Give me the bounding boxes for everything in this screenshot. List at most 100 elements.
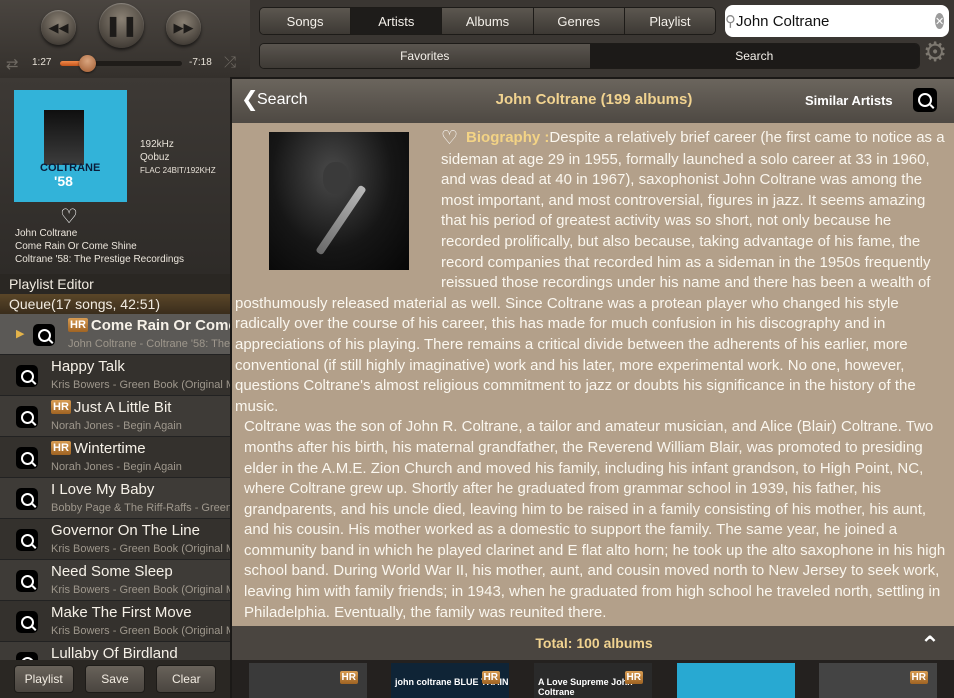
- chevron-up-icon[interactable]: ⌃: [920, 631, 940, 660]
- album-art[interactable]: COLTRANE '58: [14, 90, 127, 202]
- playlist-editor-header: Playlist Editor: [0, 274, 230, 294]
- queue-item-title: Need Some Sleep: [51, 563, 173, 580]
- next-track-button[interactable]: ▶▶: [166, 10, 201, 45]
- tab-artists[interactable]: Artists: [351, 8, 443, 34]
- subtab-search[interactable]: Search: [589, 44, 919, 68]
- tab-playlist[interactable]: Playlist: [624, 8, 715, 34]
- album-thumbnail[interactable]: HR: [819, 663, 937, 698]
- queue-row[interactable]: Governor On The Line Kris Bowers - Green…: [0, 519, 230, 560]
- magnifier-icon[interactable]: [16, 488, 38, 510]
- queue-row[interactable]: HR Wintertime Norah Jones - Begin Again: [0, 437, 230, 478]
- magnifier-icon[interactable]: [16, 611, 38, 633]
- remaining-time: -7:18: [189, 57, 212, 68]
- tab-albums[interactable]: Albums: [442, 8, 534, 34]
- hr-badge: HR: [909, 671, 928, 684]
- search-input[interactable]: [736, 12, 935, 30]
- album-thumbnail[interactable]: HR: [249, 663, 367, 698]
- album-thumbnail[interactable]: john coltrane BLUE TRAIN HR: [391, 663, 509, 698]
- queue-row[interactable]: Happy Talk Kris Bowers - Green Book (Ori…: [0, 355, 230, 396]
- queue-item-title: Lullaby Of Birdland: [51, 645, 178, 660]
- biography-area[interactable]: ♡ Biography :Despite a relatively brief c…: [232, 123, 954, 626]
- pause-button[interactable]: ❚❚: [99, 3, 144, 48]
- magnifier-icon[interactable]: [16, 447, 38, 469]
- clear-icon[interactable]: ✕: [935, 13, 945, 29]
- elapsed-time: 1:27: [32, 57, 52, 68]
- now-playing-track: Come Rain Or Come Shine: [15, 241, 137, 252]
- magnifier-icon[interactable]: [913, 88, 937, 112]
- magnifier-icon[interactable]: [16, 652, 38, 660]
- queue-item-title: Governor On The Line: [51, 522, 200, 539]
- queue-item-subtitle: Kris Bowers - Green Book (Original Motio…: [51, 543, 230, 555]
- clear-button[interactable]: Clear: [156, 665, 217, 693]
- total-albums-bar: Total: 100 albums ⌃: [232, 626, 954, 660]
- seek-handle[interactable]: [78, 55, 96, 72]
- queue-item-title: I Love My Baby: [51, 481, 155, 498]
- subtab-favorites[interactable]: Favorites: [260, 44, 590, 68]
- playlist-footer: Playlist Save Clear: [0, 660, 230, 698]
- album-thumbnail[interactable]: A Love Supreme John Coltrane HR: [534, 663, 652, 698]
- magnifier-icon[interactable]: [16, 529, 38, 551]
- similar-artists-button[interactable]: Similar Artists: [805, 93, 893, 108]
- queue-item-title: Happy Talk: [51, 358, 125, 375]
- tab-songs[interactable]: Songs: [260, 8, 352, 34]
- save-button[interactable]: Save: [84, 665, 145, 693]
- audio-quality: 192kHz Qobuz FLAC 24BIT/192KHZ: [140, 138, 216, 177]
- biography-label: Biography :: [466, 129, 550, 146]
- album-thumbnail[interactable]: [677, 663, 795, 698]
- gear-icon[interactable]: ⚙: [923, 39, 947, 66]
- queue-row[interactable]: Need Some Sleep Kris Bowers - Green Book…: [0, 560, 230, 601]
- queue-row[interactable]: HR Just A Little Bit Norah Jones - Begin …: [0, 396, 230, 437]
- format: FLAC 24BIT/192KHZ: [140, 166, 216, 175]
- queue-header: Queue(17 songs, 42:51): [0, 294, 230, 314]
- queue-row[interactable]: Make The First Move Kris Bowers - Green …: [0, 601, 230, 642]
- magnifier-icon[interactable]: [16, 365, 38, 387]
- magnifier-icon[interactable]: [16, 570, 38, 592]
- repeat-icon[interactable]: ⇄: [6, 55, 19, 73]
- heart-icon[interactable]: ♡: [441, 128, 458, 149]
- album-strip: HR john coltrane BLUE TRAIN HR A Love Supre…: [232, 660, 954, 698]
- prev-icon: ◀◀: [48, 19, 69, 35]
- hr-badge: HR: [51, 400, 71, 414]
- now-playing-album: Coltrane '58: The Prestige Recordings: [15, 254, 185, 265]
- search-box: ⚲ ✕: [725, 5, 949, 37]
- queue-item-title: HR Just A Little Bit: [51, 399, 172, 416]
- now-playing-artist: John Coltrane: [15, 228, 78, 239]
- magnifier-icon[interactable]: [16, 406, 38, 428]
- artist-photo: [269, 132, 409, 270]
- next-icon: ▶▶: [173, 19, 194, 35]
- hr-badge: HR: [481, 671, 500, 684]
- detail-header: ❮ Search John Coltrane (199 albums) Simi…: [232, 79, 954, 123]
- hr-badge: HR: [51, 441, 71, 455]
- queue-row-current[interactable]: ▶ HRCome Rain Or Come Shine John Coltran…: [0, 314, 230, 355]
- main-tabs: Songs Artists Albums Genres Playlist: [259, 7, 716, 35]
- sample-rate: 192kHz: [140, 139, 174, 150]
- total-albums: Total: 100 albums: [535, 635, 653, 651]
- queue-row[interactable]: Lullaby Of Birdland: [0, 642, 230, 660]
- artist-photo-saxophone: [315, 184, 367, 256]
- search-icon: ⚲: [725, 13, 736, 30]
- queue-item-subtitle: Kris Bowers - Green Book (Original Motio…: [51, 584, 230, 596]
- hr-badge: HR: [68, 318, 88, 332]
- shuffle-icon[interactable]: ⤮: [224, 54, 236, 71]
- prev-track-button[interactable]: ◀◀: [41, 10, 76, 45]
- seek-slider[interactable]: [60, 55, 182, 72]
- heart-icon[interactable]: ♡: [60, 204, 78, 229]
- playing-indicator-icon: ▶: [16, 328, 25, 340]
- hr-badge: HR: [339, 671, 358, 684]
- biography-paragraph-2: Coltrane was the son of John R. Coltrane…: [244, 418, 946, 621]
- queue-item-subtitle: Norah Jones - Begin Again: [51, 420, 182, 432]
- queue-item-subtitle: Kris Bowers - Green Book (Original Motio…: [51, 625, 230, 637]
- album-art-photo: [44, 110, 84, 165]
- queue-item-subtitle: John Coltrane - Coltrane '58: The Presti…: [68, 338, 230, 350]
- queue-row[interactable]: I Love My Baby Bobby Page & The Riff-Raf…: [0, 478, 230, 519]
- source: Qobuz: [140, 152, 170, 163]
- tab-genres[interactable]: Genres: [533, 8, 625, 34]
- artist-photo-figure: [323, 162, 349, 194]
- playlist-button[interactable]: Playlist: [13, 665, 74, 693]
- queue-item-subtitle: Norah Jones - Begin Again: [51, 461, 182, 473]
- album-art-year: '58: [54, 173, 73, 189]
- queue-item-title: HRCome Rain Or Come Shine: [68, 317, 230, 334]
- queue-item-title: HR Wintertime: [51, 440, 146, 457]
- magnifier-icon[interactable]: [33, 324, 55, 346]
- queue-item-title: Make The First Move: [51, 604, 192, 621]
